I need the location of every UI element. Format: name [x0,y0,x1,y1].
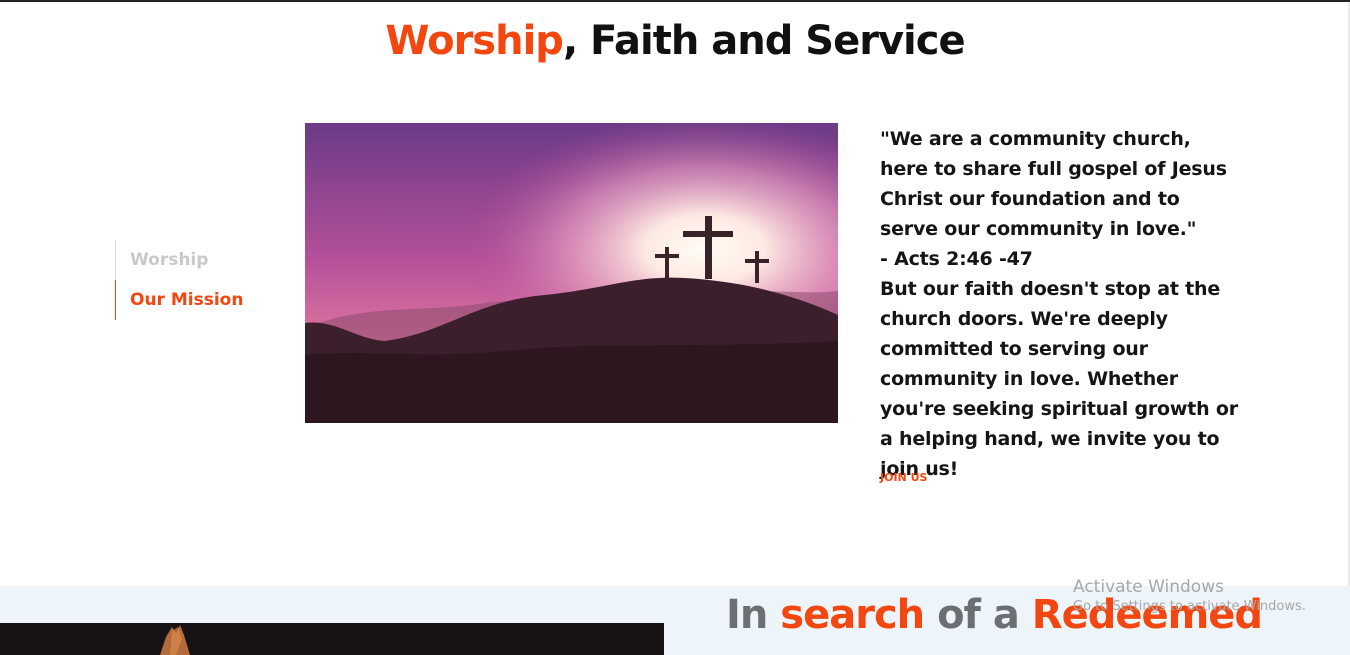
section2-title: In search of a Redeemed [726,592,1263,638]
quote-reference: - Acts 2:46 -47 [880,248,1033,270]
mission-text: But our faith doesn't stop at the church… [880,278,1238,480]
tab-worship[interactable]: Worship [115,240,285,280]
section2-title-part: of a [924,592,1032,638]
top-border [0,0,1350,2]
title-rest: , Faith and Service [562,18,966,64]
title-accent: Worship [385,18,564,64]
raised-hands-image [0,623,664,655]
section2-title-accent: Redeemed [1031,592,1263,638]
quote-text: "We are a community church, here to shar… [880,128,1227,240]
section2-title-part: In [726,592,781,638]
mission-quote: "We are a community church, here to shar… [880,124,1240,484]
page-title: Worship, Faith and Service [0,18,1350,64]
section-tabs: Worship Our Mission [115,240,285,320]
join-us-link[interactable]: JOIN US [880,471,927,484]
section2-title-accent: search [780,592,925,638]
three-crosses-image [305,123,838,423]
tab-our-mission[interactable]: Our Mission [115,280,285,320]
